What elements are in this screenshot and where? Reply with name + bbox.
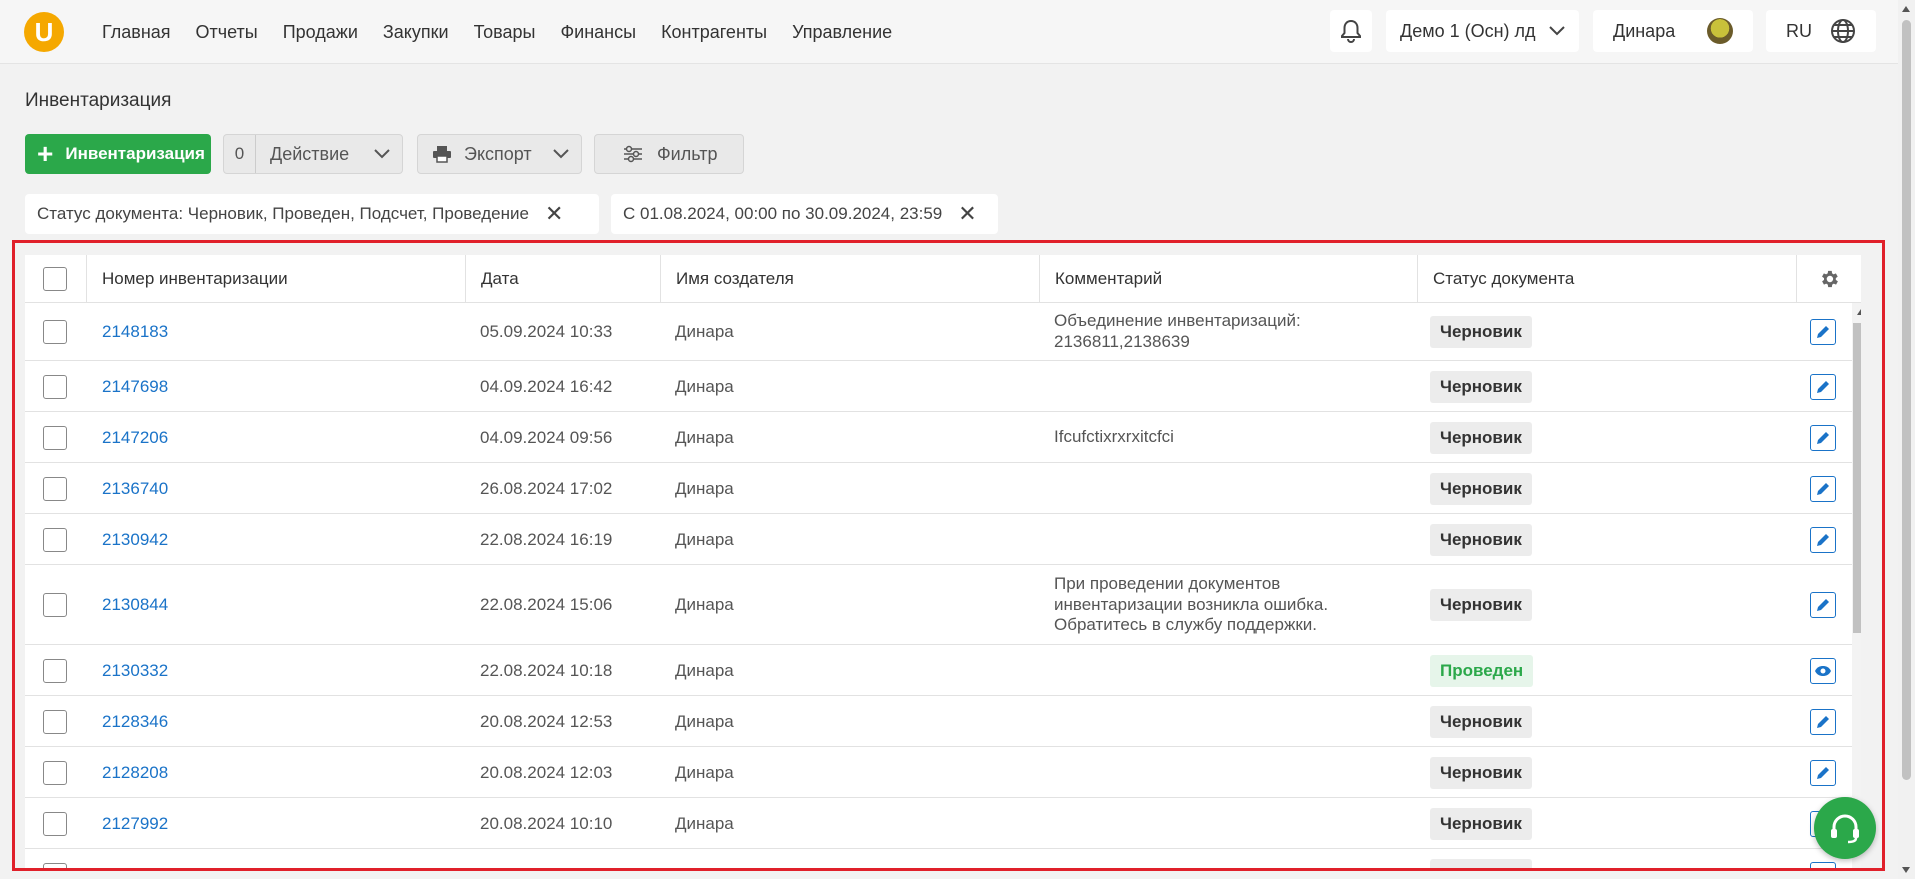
nav-item-sales[interactable]: Продажи [283,22,358,43]
support-chat-button[interactable] [1814,797,1876,859]
filter-button[interactable]: Фильтр [594,134,744,174]
nav-item-contractors[interactable]: Контрагенты [661,22,767,43]
selected-count: 0 [224,135,256,173]
nav-item-finance[interactable]: Финансы [560,22,636,43]
nav-item-products[interactable]: Товары [474,22,536,43]
globe-icon [1831,19,1855,43]
bell-icon [1341,19,1361,43]
scroll-thumb[interactable] [1902,20,1911,780]
filter-chip-status: Статус документа: Черновик, Проведен, По… [25,194,599,234]
app-logo[interactable]: U [24,12,64,52]
add-inventory-button[interactable]: + Инвентаризация [25,134,211,174]
nav-item-reports[interactable]: Отчеты [196,22,258,43]
headset-icon [1831,814,1859,844]
scroll-up-arrow[interactable] [1902,6,1910,12]
store-select[interactable]: Демо 1 (Осн) лд [1386,10,1579,52]
nav-item-home[interactable]: Главная [102,22,171,43]
close-icon[interactable]: ✕ [958,201,976,227]
filter-chip-date: С 01.08.2024, 00:00 по 30.09.2024, 23:59… [611,194,998,234]
page-scrollbar[interactable] [1898,0,1915,879]
avatar [1707,18,1733,44]
table-highlight-frame [12,240,1885,871]
chevron-down-icon [1549,26,1565,36]
chevron-down-icon [553,149,569,159]
chevron-down-icon [374,149,390,159]
user-name: Динара [1613,20,1676,41]
page-title: Инвентаризация [25,90,172,111]
add-inventory-label: Инвентаризация [65,144,205,163]
scroll-down-arrow[interactable] [1902,867,1910,873]
language-button[interactable]: RU [1766,10,1876,52]
user-menu-button[interactable]: Динара [1593,10,1753,52]
export-label: Экспорт [464,143,532,164]
language-label: RU [1786,20,1812,41]
store-select-value: Демо 1 (Осн) лд [1400,20,1536,41]
main-nav: Главная Отчеты Продажи Закупки Товары Фи… [102,0,917,64]
nav-item-management[interactable]: Управление [792,22,892,43]
filter-chip-label: С 01.08.2024, 00:00 по 30.09.2024, 23:59 [623,204,943,223]
top-bar: U Главная Отчеты Продажи Закупки Товары … [0,0,1898,64]
notifications-button[interactable] [1330,10,1372,52]
close-icon[interactable]: ✕ [545,201,563,227]
action-label: Действие [270,143,350,164]
filter-label: Фильтр [657,143,718,164]
sliders-icon [624,145,642,163]
nav-item-purchases[interactable]: Закупки [383,22,449,43]
filter-chip-label: Статус документа: Черновик, Проведен, По… [37,204,529,223]
plus-icon: + [37,138,54,169]
action-dropdown[interactable]: 0 Действие [223,134,403,174]
printer-icon [433,146,451,163]
export-dropdown[interactable]: Экспорт [417,134,582,174]
